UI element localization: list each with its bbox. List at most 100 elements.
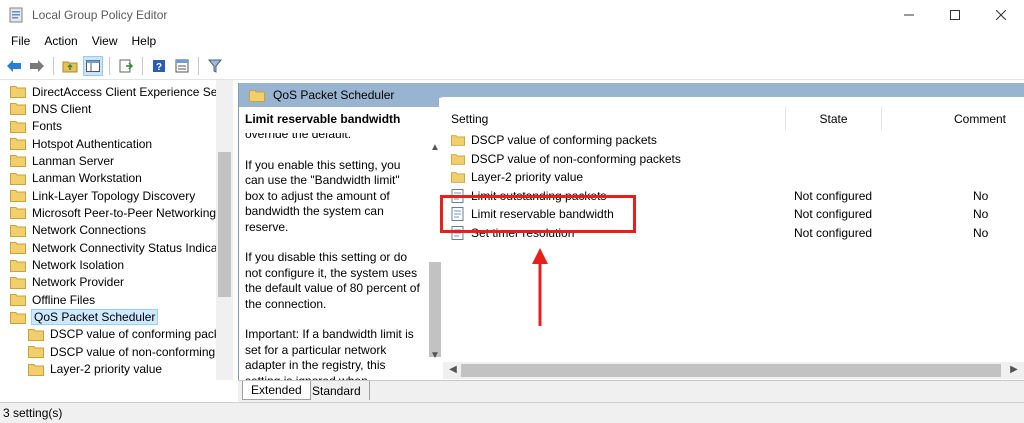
toolbar-separator: [198, 56, 199, 75]
tree-item-label: Link-Layer Topology Discovery: [32, 188, 196, 203]
setting-name: Limit outstanding packets: [471, 188, 607, 203]
tree-item[interactable]: Lanman Server: [0, 152, 216, 169]
tree-item[interactable]: DNS Client: [0, 100, 216, 117]
tree-item[interactable]: DSCP value of conforming pack: [0, 326, 216, 343]
folder-icon: [10, 155, 26, 168]
status-text: 3 setting(s): [3, 406, 63, 420]
tree-item[interactable]: Link-Layer Topology Discovery: [0, 187, 216, 204]
tree-item[interactable]: Offline Files: [0, 291, 216, 308]
menu-action[interactable]: Action: [37, 34, 84, 48]
minimize-icon: [904, 14, 914, 16]
properties-button[interactable]: [172, 56, 192, 76]
setting-row[interactable]: Limit outstanding packets Not configured N…: [443, 187, 1024, 205]
svg-text:?: ?: [156, 62, 162, 73]
setting-name-cell: DSCP value of non-conforming packets: [451, 150, 681, 168]
show-hide-tree-icon: [86, 59, 100, 72]
tree-item-label: Fonts: [32, 119, 63, 134]
tree-item[interactable]: Network Connections: [0, 222, 216, 239]
back-icon: [7, 59, 21, 72]
tree-item[interactable]: QoS Packet Scheduler: [0, 309, 216, 326]
setting-row[interactable]: DSCP value of non-conforming packets: [443, 150, 1024, 168]
properties-icon: [175, 59, 189, 72]
header-curve: [434, 97, 1024, 107]
toolbar: ?: [0, 52, 1024, 80]
toolbar-separator: [142, 56, 143, 75]
folder-icon: [10, 294, 26, 307]
folder-icon: [28, 346, 44, 359]
toolbar-separator: [53, 56, 54, 75]
description-scrollbar[interactable]: ▲ ▼: [427, 130, 443, 380]
setting-name: Layer-2 priority value: [471, 170, 584, 185]
tree-item-label: Network Connections: [32, 223, 147, 238]
help-icon: ?: [153, 59, 165, 73]
minimize-button[interactable]: [886, 0, 932, 30]
filter-button[interactable]: [205, 56, 225, 76]
description-pane: Limit reservable bandwidth override the …: [238, 107, 443, 380]
tree-item[interactable]: DSCP value of non-conforming: [0, 343, 216, 360]
tree-item[interactable]: Hotspot Authentication: [0, 135, 216, 152]
menu-file[interactable]: File: [4, 34, 37, 48]
setting-row[interactable]: Limit reservable bandwidth Not configured…: [443, 205, 1024, 223]
description-title: Limit reservable bandwidth: [245, 112, 401, 126]
tree-item[interactable]: Microsoft Peer-to-Peer Networking: [0, 204, 216, 221]
description-paragraph: If you disable this setting or do not co…: [245, 250, 420, 311]
tab-extended[interactable]: Extended: [242, 381, 311, 400]
description-scrollbar-thumb[interactable]: [429, 262, 441, 357]
folder-icon: [451, 153, 465, 165]
setting-state: Not configured: [794, 207, 873, 222]
tree-scrollbar-thumb[interactable]: [218, 152, 231, 297]
tree-item[interactable]: Layer-2 priority value: [0, 361, 216, 378]
window-controls: [886, 0, 1024, 30]
scroll-right-icon[interactable]: ▶: [1006, 364, 1022, 378]
column-header-state[interactable]: State: [786, 107, 882, 131]
right-pane-header: QoS Packet Scheduler: [238, 83, 1024, 107]
folder-icon: [10, 311, 26, 324]
folder-icon: [10, 172, 26, 185]
column-header-comment[interactable]: Comment: [882, 107, 1024, 131]
maximize-button[interactable]: [932, 0, 978, 30]
folder-icon: [28, 363, 44, 376]
setting-name: DSCP value of conforming packets: [471, 133, 657, 147]
tree-item[interactable]: Network Provider: [0, 274, 216, 291]
header-tab: QoS Packet Scheduler: [239, 83, 439, 107]
tree-item[interactable]: Lanman Workstation: [0, 170, 216, 187]
tree-item-label: Lanman Server: [32, 153, 115, 168]
close-button[interactable]: [978, 0, 1024, 30]
scroll-up-icon[interactable]: ▲: [427, 142, 443, 156]
group-policy-app-icon: [9, 7, 23, 23]
help-button[interactable]: ?: [149, 56, 169, 76]
setting-row[interactable]: DSCP value of conforming packets: [443, 131, 1024, 149]
scroll-left-icon[interactable]: ◀: [445, 364, 461, 378]
policy-setting-icon: [451, 207, 464, 222]
settings-list: Setting State Comment DSCP value of conf…: [443, 107, 1024, 380]
setting-comment: No: [973, 207, 989, 222]
tree-item[interactable]: Network Connectivity Status Indicat: [0, 239, 216, 256]
up-folder-icon: [62, 61, 78, 72]
close-icon: [996, 10, 1006, 20]
setting-row[interactable]: Set timer resolution Not configured No: [443, 224, 1024, 242]
menu-help[interactable]: Help: [125, 34, 164, 48]
tree-scrollbar[interactable]: [216, 80, 233, 380]
up-folder-button[interactable]: [60, 56, 80, 76]
scroll-down-icon[interactable]: ▼: [427, 350, 443, 364]
back-button[interactable]: [4, 56, 24, 76]
tree-item-label: Microsoft Peer-to-Peer Networking: [32, 205, 216, 220]
setting-name: DSCP value of non-conforming packets: [471, 151, 681, 166]
tree-item[interactable]: DirectAccess Client Experience Setti: [0, 83, 216, 100]
forward-button[interactable]: [27, 56, 47, 76]
export-list-icon: [119, 59, 133, 72]
policy-setting-icon: [451, 226, 464, 240]
policy-tree[interactable]: DirectAccess Client Experience Setti DNS …: [0, 80, 233, 380]
tree-item[interactable]: Network Isolation: [0, 257, 216, 274]
setting-row[interactable]: Layer-2 priority value: [443, 168, 1024, 186]
column-header-setting[interactable]: Setting: [443, 107, 786, 131]
export-list-button[interactable]: [116, 56, 136, 76]
list-scrollbar-thumb[interactable]: [461, 364, 1001, 377]
tree-item[interactable]: Fonts: [0, 118, 216, 135]
show-hide-tree-button[interactable]: [83, 55, 103, 76]
setting-comment: No: [973, 188, 989, 203]
setting-name-cell: Set timer resolution: [451, 224, 574, 242]
menu-view[interactable]: View: [85, 34, 125, 48]
tab-standard[interactable]: Standard: [304, 381, 370, 400]
list-horizontal-scrollbar[interactable]: ◀ ▶: [443, 362, 1024, 379]
